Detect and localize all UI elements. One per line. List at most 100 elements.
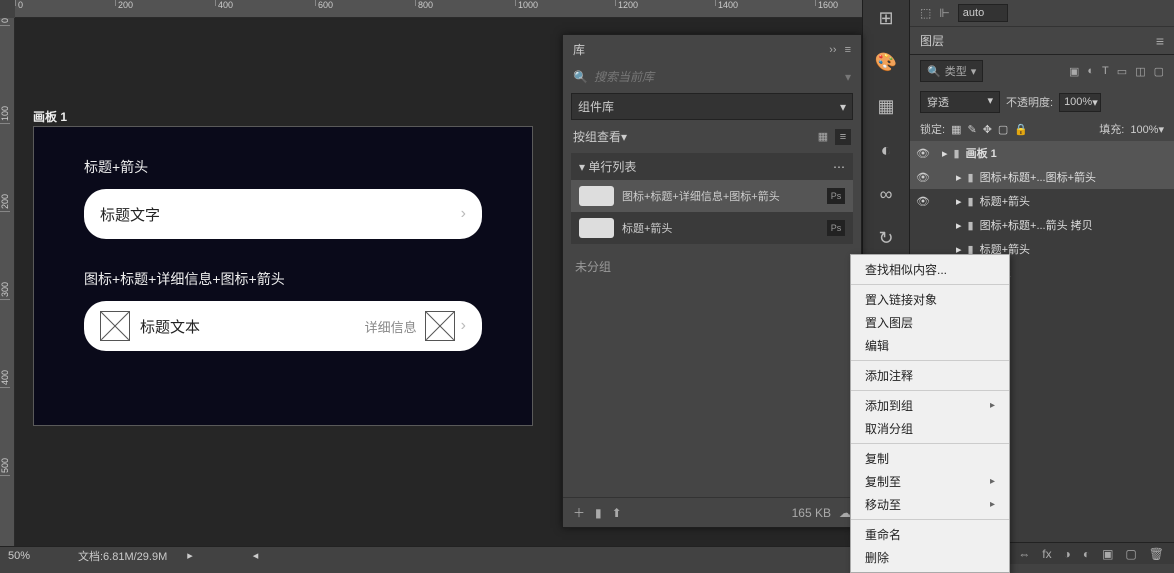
context-menu-item[interactable]: 删除 — [851, 546, 1009, 569]
filter-text-icon[interactable]: T — [1102, 65, 1109, 78]
fill-value[interactable]: 100%▾ — [1130, 123, 1164, 136]
history-icon[interactable]: ↻ — [872, 224, 900, 252]
layers-tab[interactable]: 图层 — [920, 32, 944, 49]
chevron-right-icon[interactable]: ▸ — [942, 147, 948, 160]
opacity-label: 不透明度: — [1006, 94, 1053, 110]
chevron-down-icon[interactable]: ▾ — [845, 70, 851, 84]
chevron-right-icon[interactable]: ▸ — [956, 171, 962, 184]
ruler-tick: 200 — [0, 194, 10, 212]
add-icon[interactable]: ＋ — [573, 504, 585, 521]
chevron-right-icon[interactable]: ▸ — [956, 219, 962, 232]
new-layer-icon[interactable]: ▢ — [1125, 547, 1136, 561]
adjustment-icon[interactable]: ◐ — [1083, 547, 1090, 561]
more-icon[interactable]: ⋯ — [833, 160, 845, 174]
chevron-down-icon[interactable]: ▾ — [621, 130, 627, 144]
layer-row[interactable]: 👁▸▮图标+标题+...图标+箭头 — [910, 165, 1174, 189]
chevron-right-icon[interactable]: ▸ — [187, 549, 193, 562]
filter-image-icon[interactable]: ▣ — [1069, 65, 1079, 78]
component-card[interactable]: 标题文本 详细信息 › — [84, 301, 482, 351]
filter-artboard-icon[interactable]: ▢ — [1154, 65, 1164, 78]
library-item[interactable]: 图标+标题+详细信息+图标+箭头 Ps — [571, 180, 853, 212]
context-menu-item[interactable]: 添加注释 — [851, 364, 1009, 387]
context-menu-item[interactable]: 置入链接对象 — [851, 288, 1009, 311]
filter-type-select[interactable]: 🔍类型▾ — [920, 60, 983, 82]
context-menu-item[interactable]: 复制至 — [851, 470, 1009, 493]
grid-view-icon[interactable]: ▦ — [815, 129, 831, 145]
artboard[interactable]: 标题+箭头 标题文字 › 图标+标题+详细信息+图标+箭头 标题文本 详细信息 … — [33, 126, 533, 426]
libraries-icon[interactable]: ▦ — [872, 92, 900, 120]
context-menu-item[interactable]: 重命名 — [851, 523, 1009, 546]
artboard-label[interactable]: 画板 1 — [33, 108, 67, 125]
align-icon[interactable]: ⬚ — [920, 6, 931, 20]
group-icon[interactable]: ▣ — [1102, 547, 1113, 561]
context-menu-item[interactable]: 复制 — [851, 447, 1009, 470]
align-icon[interactable]: ⊩ — [939, 6, 949, 20]
ps-badge-icon: Ps — [827, 220, 845, 236]
link-layers-icon[interactable]: ⇔ — [1018, 547, 1030, 561]
placeholder-icon — [425, 311, 455, 341]
collapse-icon[interactable]: ›› — [829, 44, 836, 56]
ungrouped-label[interactable]: 未分组 — [563, 248, 861, 285]
swatches-icon[interactable]: ⊞ — [872, 4, 900, 32]
color-icon[interactable]: 🎨 — [872, 48, 900, 76]
layer-row[interactable]: ▸▮图标+标题+...箭头 拷贝 — [910, 213, 1174, 237]
library-search[interactable]: 🔍 搜索当前库 ▾ — [563, 64, 861, 89]
trash-icon[interactable]: 🗑 — [1149, 547, 1164, 561]
ruler-tick: 1000 — [515, 0, 538, 6]
chevron-down-icon: ▾ — [971, 65, 977, 78]
menu-separator — [851, 390, 1009, 391]
thumbnail — [579, 218, 614, 238]
filter-smart-icon[interactable]: ◫ — [1135, 65, 1145, 78]
lock-pixels-icon[interactable]: ▦ — [951, 123, 961, 136]
visibility-icon[interactable]: 👁 — [916, 147, 930, 160]
fx-icon[interactable]: fx — [1042, 547, 1051, 561]
layer-row[interactable]: 👁▸▮标题+箭头 — [910, 189, 1174, 213]
chevron-right-icon: › — [461, 317, 466, 335]
chevron-left-icon[interactable]: ◂ — [253, 549, 259, 562]
ruler-tick: 800 — [415, 0, 433, 6]
blend-mode-select[interactable]: 穿透▾ — [920, 91, 1000, 113]
context-menu-item[interactable]: 编辑 — [851, 334, 1009, 357]
ruler-tick: 600 — [315, 0, 333, 6]
ruler-horizontal[interactable]: 02004006008001000120014001600 — [15, 0, 909, 18]
list-view-icon[interactable]: ≡ — [835, 129, 851, 145]
upload-icon[interactable]: ⬆ — [612, 506, 622, 520]
chevron-down-icon[interactable]: ▾ — [579, 160, 585, 174]
library-item[interactable]: 标题+箭头 Ps — [571, 212, 853, 244]
opacity-value[interactable]: 100%▾ — [1059, 93, 1101, 112]
folder-icon: ▮ — [968, 219, 974, 232]
library-select[interactable]: 组件库 ▾ — [571, 93, 853, 120]
context-menu-item[interactable]: 移动至 — [851, 493, 1009, 516]
component-card[interactable]: 标题文字 › — [84, 189, 482, 239]
view-mode-label[interactable]: 按组查看 — [573, 128, 621, 145]
folder-icon[interactable]: ▮ — [595, 506, 602, 520]
lock-artboard-icon[interactable]: ▢ — [998, 123, 1008, 136]
group-name[interactable]: 单行列表 — [588, 160, 636, 174]
mask-icon[interactable]: ◑ — [1064, 547, 1071, 561]
context-menu-item[interactable]: 置入图层 — [851, 311, 1009, 334]
status-bar: 50% 文档:6.81M/29.9M ▸ ◂ — [0, 546, 909, 564]
doc-info[interactable]: 文档:6.81M/29.9M — [78, 548, 167, 564]
chevron-right-icon: › — [461, 205, 466, 223]
lock-all-icon[interactable]: 🔒 — [1014, 123, 1028, 136]
visibility-icon[interactable]: 👁 — [916, 195, 930, 208]
visibility-icon[interactable]: 👁 — [916, 171, 930, 184]
filter-shape-icon[interactable]: ▭ — [1117, 65, 1127, 78]
link-icon[interactable]: ∞ — [872, 180, 900, 208]
context-menu-item[interactable]: 添加到组 — [851, 394, 1009, 417]
lock-position-icon[interactable]: ✥ — [983, 123, 992, 136]
layer-row[interactable]: 👁▸▮画板 1 — [910, 141, 1174, 165]
zoom-level[interactable]: 50% — [8, 550, 58, 562]
adjustments-icon[interactable]: ◐ — [872, 136, 900, 164]
panel-menu-icon[interactable]: ≡ — [1156, 33, 1164, 49]
auto-input[interactable] — [958, 4, 1008, 22]
context-menu-item[interactable]: 取消分组 — [851, 417, 1009, 440]
lock-brush-icon[interactable]: ✎ — [967, 123, 976, 136]
filter-adjust-icon[interactable]: ◐ — [1087, 65, 1094, 78]
ruler-vertical[interactable]: 0100200300400500 — [0, 18, 15, 546]
panel-menu-icon[interactable]: ≡ — [845, 44, 851, 56]
context-menu-item[interactable]: 查找相似内容... — [851, 258, 1009, 281]
chevron-right-icon[interactable]: ▸ — [956, 195, 962, 208]
library-select-label: 组件库 — [578, 98, 614, 115]
opacity-value-text: 100% — [1064, 96, 1092, 109]
